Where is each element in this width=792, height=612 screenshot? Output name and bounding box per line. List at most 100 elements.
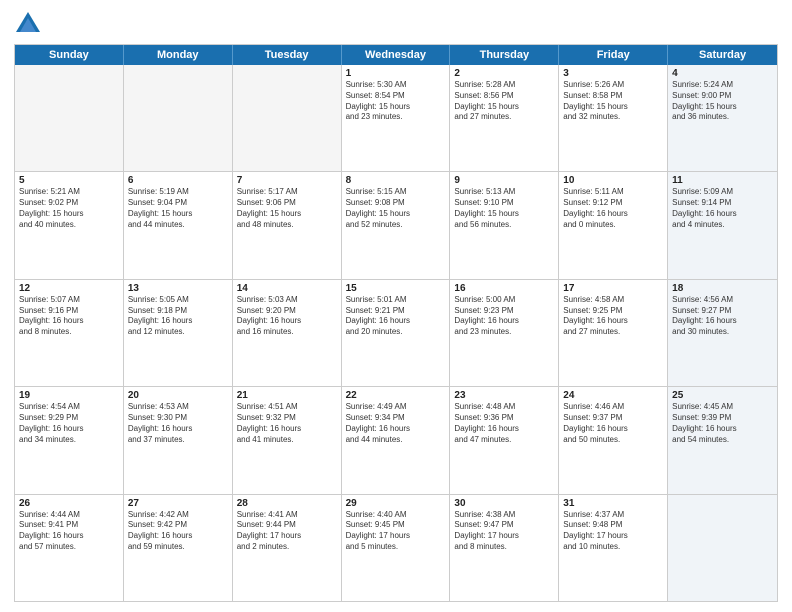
cal-cell: 19Sunrise: 4:54 AM Sunset: 9:29 PM Dayli…: [15, 387, 124, 493]
cal-cell: 5Sunrise: 5:21 AM Sunset: 9:02 PM Daylig…: [15, 172, 124, 278]
cal-header-monday: Monday: [124, 45, 233, 65]
cell-info: Sunrise: 5:13 AM Sunset: 9:10 PM Dayligh…: [454, 187, 554, 230]
calendar-header-row: SundayMondayTuesdayWednesdayThursdayFrid…: [15, 45, 777, 65]
cell-info: Sunrise: 5:01 AM Sunset: 9:21 PM Dayligh…: [346, 295, 446, 338]
calendar-body: 1Sunrise: 5:30 AM Sunset: 8:54 PM Daylig…: [15, 65, 777, 601]
day-number: 16: [454, 283, 554, 294]
cal-cell: 26Sunrise: 4:44 AM Sunset: 9:41 PM Dayli…: [15, 495, 124, 601]
cell-info: Sunrise: 5:00 AM Sunset: 9:23 PM Dayligh…: [454, 295, 554, 338]
cal-cell: 22Sunrise: 4:49 AM Sunset: 9:34 PM Dayli…: [342, 387, 451, 493]
cal-cell: [124, 65, 233, 171]
cal-cell: 15Sunrise: 5:01 AM Sunset: 9:21 PM Dayli…: [342, 280, 451, 386]
cell-info: Sunrise: 4:46 AM Sunset: 9:37 PM Dayligh…: [563, 402, 663, 445]
cell-info: Sunrise: 5:21 AM Sunset: 9:02 PM Dayligh…: [19, 187, 119, 230]
cell-info: Sunrise: 4:40 AM Sunset: 9:45 PM Dayligh…: [346, 510, 446, 553]
day-number: 7: [237, 175, 337, 186]
cal-week-4: 19Sunrise: 4:54 AM Sunset: 9:29 PM Dayli…: [15, 387, 777, 494]
cal-cell: 11Sunrise: 5:09 AM Sunset: 9:14 PM Dayli…: [668, 172, 777, 278]
cal-cell: [668, 495, 777, 601]
cal-cell: 8Sunrise: 5:15 AM Sunset: 9:08 PM Daylig…: [342, 172, 451, 278]
cell-info: Sunrise: 5:19 AM Sunset: 9:04 PM Dayligh…: [128, 187, 228, 230]
cal-cell: 10Sunrise: 5:11 AM Sunset: 9:12 PM Dayli…: [559, 172, 668, 278]
cal-cell: 3Sunrise: 5:26 AM Sunset: 8:58 PM Daylig…: [559, 65, 668, 171]
day-number: 5: [19, 175, 119, 186]
cal-cell: 4Sunrise: 5:24 AM Sunset: 9:00 PM Daylig…: [668, 65, 777, 171]
day-number: 18: [672, 283, 773, 294]
cal-cell: 29Sunrise: 4:40 AM Sunset: 9:45 PM Dayli…: [342, 495, 451, 601]
day-number: 31: [563, 498, 663, 509]
logo: [14, 10, 46, 38]
day-number: 30: [454, 498, 554, 509]
cell-info: Sunrise: 4:58 AM Sunset: 9:25 PM Dayligh…: [563, 295, 663, 338]
cell-info: Sunrise: 4:51 AM Sunset: 9:32 PM Dayligh…: [237, 402, 337, 445]
cal-cell: 21Sunrise: 4:51 AM Sunset: 9:32 PM Dayli…: [233, 387, 342, 493]
cal-cell: 6Sunrise: 5:19 AM Sunset: 9:04 PM Daylig…: [124, 172, 233, 278]
cell-info: Sunrise: 5:11 AM Sunset: 9:12 PM Dayligh…: [563, 187, 663, 230]
day-number: 15: [346, 283, 446, 294]
day-number: 29: [346, 498, 446, 509]
logo-icon: [14, 10, 42, 38]
cell-info: Sunrise: 5:30 AM Sunset: 8:54 PM Dayligh…: [346, 80, 446, 123]
cal-cell: 1Sunrise: 5:30 AM Sunset: 8:54 PM Daylig…: [342, 65, 451, 171]
day-number: 10: [563, 175, 663, 186]
day-number: 6: [128, 175, 228, 186]
cal-header-saturday: Saturday: [668, 45, 777, 65]
day-number: 3: [563, 68, 663, 79]
cal-week-5: 26Sunrise: 4:44 AM Sunset: 9:41 PM Dayli…: [15, 495, 777, 601]
day-number: 11: [672, 175, 773, 186]
cell-info: Sunrise: 5:15 AM Sunset: 9:08 PM Dayligh…: [346, 187, 446, 230]
day-number: 26: [19, 498, 119, 509]
day-number: 27: [128, 498, 228, 509]
cal-cell: 23Sunrise: 4:48 AM Sunset: 9:36 PM Dayli…: [450, 387, 559, 493]
day-number: 23: [454, 390, 554, 401]
cell-info: Sunrise: 5:24 AM Sunset: 9:00 PM Dayligh…: [672, 80, 773, 123]
cell-info: Sunrise: 4:54 AM Sunset: 9:29 PM Dayligh…: [19, 402, 119, 445]
day-number: 8: [346, 175, 446, 186]
cal-week-3: 12Sunrise: 5:07 AM Sunset: 9:16 PM Dayli…: [15, 280, 777, 387]
cell-info: Sunrise: 4:45 AM Sunset: 9:39 PM Dayligh…: [672, 402, 773, 445]
cal-cell: 7Sunrise: 5:17 AM Sunset: 9:06 PM Daylig…: [233, 172, 342, 278]
cal-cell: [233, 65, 342, 171]
cell-info: Sunrise: 4:38 AM Sunset: 9:47 PM Dayligh…: [454, 510, 554, 553]
cal-cell: 20Sunrise: 4:53 AM Sunset: 9:30 PM Dayli…: [124, 387, 233, 493]
cal-cell: 16Sunrise: 5:00 AM Sunset: 9:23 PM Dayli…: [450, 280, 559, 386]
calendar: SundayMondayTuesdayWednesdayThursdayFrid…: [14, 44, 778, 602]
cell-info: Sunrise: 4:42 AM Sunset: 9:42 PM Dayligh…: [128, 510, 228, 553]
cal-week-2: 5Sunrise: 5:21 AM Sunset: 9:02 PM Daylig…: [15, 172, 777, 279]
cell-info: Sunrise: 4:56 AM Sunset: 9:27 PM Dayligh…: [672, 295, 773, 338]
cal-cell: 28Sunrise: 4:41 AM Sunset: 9:44 PM Dayli…: [233, 495, 342, 601]
cell-info: Sunrise: 5:05 AM Sunset: 9:18 PM Dayligh…: [128, 295, 228, 338]
cal-header-tuesday: Tuesday: [233, 45, 342, 65]
day-number: 28: [237, 498, 337, 509]
cell-info: Sunrise: 5:09 AM Sunset: 9:14 PM Dayligh…: [672, 187, 773, 230]
day-number: 24: [563, 390, 663, 401]
cell-info: Sunrise: 5:03 AM Sunset: 9:20 PM Dayligh…: [237, 295, 337, 338]
cal-header-sunday: Sunday: [15, 45, 124, 65]
cell-info: Sunrise: 4:44 AM Sunset: 9:41 PM Dayligh…: [19, 510, 119, 553]
day-number: 12: [19, 283, 119, 294]
cell-info: Sunrise: 4:41 AM Sunset: 9:44 PM Dayligh…: [237, 510, 337, 553]
header: [14, 10, 778, 38]
cal-cell: 2Sunrise: 5:28 AM Sunset: 8:56 PM Daylig…: [450, 65, 559, 171]
cell-info: Sunrise: 5:26 AM Sunset: 8:58 PM Dayligh…: [563, 80, 663, 123]
cal-cell: 31Sunrise: 4:37 AM Sunset: 9:48 PM Dayli…: [559, 495, 668, 601]
cal-week-1: 1Sunrise: 5:30 AM Sunset: 8:54 PM Daylig…: [15, 65, 777, 172]
cal-cell: 30Sunrise: 4:38 AM Sunset: 9:47 PM Dayli…: [450, 495, 559, 601]
cell-info: Sunrise: 5:07 AM Sunset: 9:16 PM Dayligh…: [19, 295, 119, 338]
cal-cell: 17Sunrise: 4:58 AM Sunset: 9:25 PM Dayli…: [559, 280, 668, 386]
day-number: 9: [454, 175, 554, 186]
cal-cell: 27Sunrise: 4:42 AM Sunset: 9:42 PM Dayli…: [124, 495, 233, 601]
day-number: 2: [454, 68, 554, 79]
day-number: 4: [672, 68, 773, 79]
cell-info: Sunrise: 5:28 AM Sunset: 8:56 PM Dayligh…: [454, 80, 554, 123]
page: SundayMondayTuesdayWednesdayThursdayFrid…: [0, 0, 792, 612]
cell-info: Sunrise: 4:53 AM Sunset: 9:30 PM Dayligh…: [128, 402, 228, 445]
day-number: 13: [128, 283, 228, 294]
day-number: 14: [237, 283, 337, 294]
day-number: 1: [346, 68, 446, 79]
cell-info: Sunrise: 5:17 AM Sunset: 9:06 PM Dayligh…: [237, 187, 337, 230]
cell-info: Sunrise: 4:37 AM Sunset: 9:48 PM Dayligh…: [563, 510, 663, 553]
cal-header-thursday: Thursday: [450, 45, 559, 65]
day-number: 25: [672, 390, 773, 401]
cell-info: Sunrise: 4:48 AM Sunset: 9:36 PM Dayligh…: [454, 402, 554, 445]
